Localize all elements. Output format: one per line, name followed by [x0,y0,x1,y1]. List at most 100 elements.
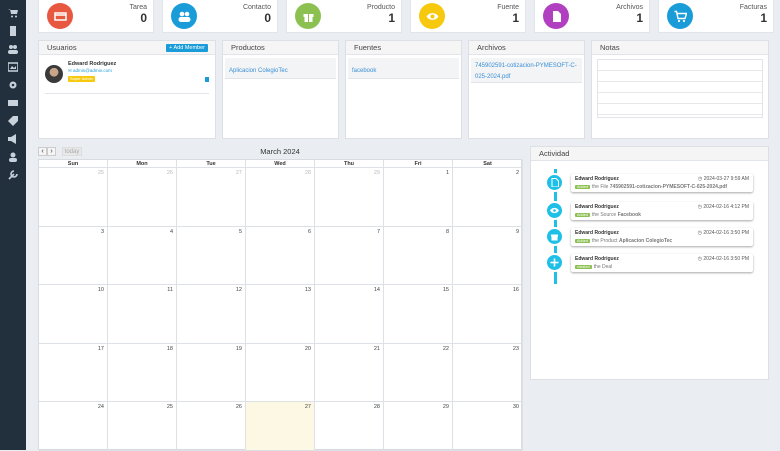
calendar-day-cell[interactable]: 2 [453,168,523,227]
image-icon[interactable] [6,60,20,74]
archivos-panel: Archivos 745902591-cotizacion-PYMESOFT-C… [468,40,585,139]
today-button[interactable]: today [62,147,82,156]
activity-desc: the Source [591,212,617,218]
day-number: 26 [235,404,242,410]
stat-card-1[interactable]: Contacto 0 [162,0,278,33]
day-header: Tue [177,160,246,168]
tag-icon[interactable] [6,114,20,128]
calendar-day-cell[interactable]: 13 [246,285,315,344]
gift-icon [295,3,321,29]
calendar-title: March 2024 [260,147,300,156]
user-email: ✉ admin@admin.com [68,68,112,74]
clock-icon: ◷ [697,256,703,262]
calendar-day-cell[interactable]: 16 [453,285,523,344]
wrench-icon[interactable] [6,168,20,182]
panel-title: Fuentes [346,41,461,55]
day-number: 13 [304,287,311,293]
calendar-day-cell[interactable]: 7 [315,226,384,285]
calendar-day-cell[interactable]: 1 [384,168,453,227]
day-number: 21 [373,345,380,352]
bullhorn-icon[interactable] [6,132,20,146]
source-item[interactable]: facebook [348,58,459,79]
day-number: 3 [100,228,104,235]
day-number: 18 [166,345,173,352]
calendar-day-cell[interactable]: 8 [384,226,453,285]
stat-value: 1 [388,11,395,25]
day-number: 23 [512,345,519,352]
activity-panel: Actividad Edward Rodriguez ◷ 2024-03-27 … [530,146,769,380]
calendar-day-cell[interactable]: 18 [108,343,177,402]
calendar-day-cell[interactable]: 27 [246,402,315,451]
calendar-day-cell[interactable]: 20 [246,343,315,402]
day-number: 9 [515,228,519,235]
calendar-day-cell[interactable]: 5 [177,226,246,285]
calendar-day-cell[interactable]: 25 [39,168,108,227]
user-name: Edward Rodriguez [68,61,117,67]
fuentes-panel: Fuentes facebook [345,40,462,139]
calendar-day-cell[interactable]: 3 [39,226,108,285]
day-number: 22 [442,345,449,352]
day-number: 27 [304,404,311,410]
day-number: 29 [373,170,380,176]
source-link[interactable]: facebook [352,68,376,74]
calendar-day-cell[interactable]: 22 [384,343,453,402]
stat-card-3[interactable]: Fuente 1 [410,0,526,33]
users-icon[interactable] [6,42,20,56]
day-number: 26 [166,170,173,176]
add-member-button[interactable]: + Add Member [166,44,208,52]
day-number: 20 [304,345,311,352]
calendar-day-cell[interactable]: 11 [108,285,177,344]
calendar-day-cell[interactable]: 25 [108,402,177,451]
calendar-day-cell[interactable]: 28 [246,168,315,227]
file-link[interactable]: 745902591-cotizacion-PYMESOFT-C-025-2024… [475,63,577,80]
gear-icon[interactable] [6,78,20,92]
mail-icon: ✉ [68,68,72,73]
activity-time-text: 2024-02-16 4:12 PM [703,204,749,210]
activity-time: ◷ 2024-02-16 4:12 PM [698,204,749,210]
calendar-day-cell[interactable]: 26 [108,168,177,227]
activity-time-text: 2024-02-16 3:50 PM [703,230,749,236]
calendar-day-cell[interactable]: 26 [177,402,246,451]
calendar-day-cell[interactable]: 24 [39,402,108,451]
calendar-day-cell[interactable]: 9 [453,226,523,285]
stat-card-0[interactable]: Tarea 0 [38,0,154,33]
product-item[interactable]: Aplicacion ColegioTec [225,58,336,79]
day-number: 28 [373,404,380,410]
calendar-day-cell[interactable]: 23 [453,343,523,402]
stat-card-4[interactable]: Archivos 1 [534,0,650,33]
plus-icon [545,253,564,272]
calendar-day-cell[interactable]: 6 [246,226,315,285]
day-header: Mon [108,160,177,168]
calendar-day-cell[interactable]: 15 [384,285,453,344]
calendar-day-cell[interactable]: 27 [177,168,246,227]
day-number: 5 [238,228,242,235]
book-icon[interactable] [6,24,20,38]
calendar-day-cell[interactable]: 10 [39,285,108,344]
calendar-day-cell[interactable]: 21 [315,343,384,402]
file-item[interactable]: 745902591-cotizacion-PYMESOFT-C-025-2024… [471,58,582,83]
calendar-day-cell[interactable]: 30 [453,402,523,451]
calendar-day-cell[interactable]: 4 [108,226,177,285]
calendar-day-cell[interactable]: 17 [39,343,108,402]
trash-icon[interactable] [205,77,209,82]
day-number: 2 [515,170,519,176]
calendar-day-cell[interactable]: 12 [177,285,246,344]
stat-card-2[interactable]: Producto 1 [286,0,402,33]
calendar-day-cell[interactable]: 19 [177,343,246,402]
calendar-day-cell[interactable]: 29 [315,168,384,227]
day-header: Sat [453,160,523,168]
cart-icon[interactable] [6,6,20,20]
product-link[interactable]: Aplicacion ColegioTec [229,68,288,74]
notes-textarea[interactable] [597,59,763,118]
stat-card-5[interactable]: Facturas 1 [658,0,774,33]
day-header: Thu [315,160,384,168]
stat-label: Contacto [242,4,271,11]
calendar-day-cell[interactable]: 28 [315,402,384,451]
calendar-day-cell[interactable]: 29 [384,402,453,451]
calendar-day-cell[interactable]: 14 [315,285,384,344]
user-icon[interactable] [6,150,20,164]
mail-icon[interactable] [6,96,20,110]
activity-object: 745902591-cotizacion-PYMESOFT-C-025-2024… [609,184,728,190]
prev-button[interactable]: ‹ [38,147,47,156]
next-button[interactable]: › [47,147,56,156]
